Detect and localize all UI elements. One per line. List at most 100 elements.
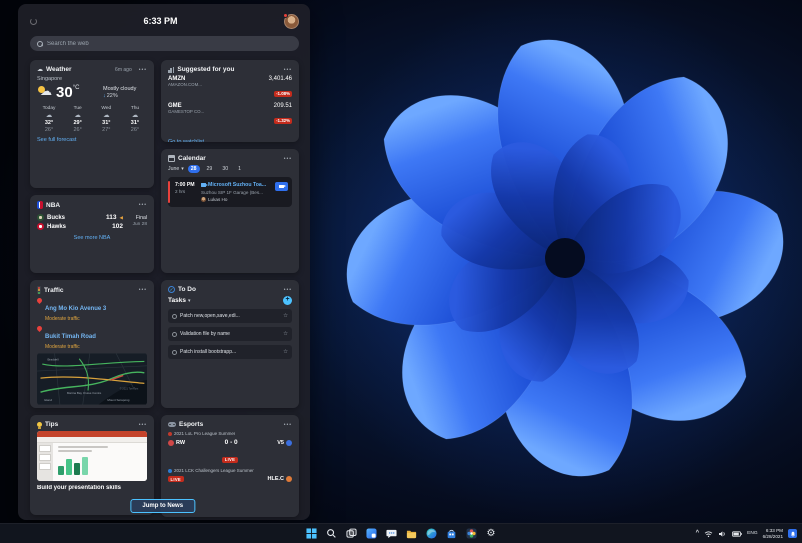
live-badge: LIVE xyxy=(168,476,184,482)
star-icon[interactable]: ☆ xyxy=(283,349,288,355)
date-chip[interactable]: 29 xyxy=(204,165,216,173)
slide-chart xyxy=(58,455,142,475)
widget-todo[interactable]: ✓ To Do ••• Tasks ▾ + Patch new,open,sav… xyxy=(161,280,299,408)
widgets-panel: 6:33 PM ☁ Weather 6m ago ••• Singapore xyxy=(18,4,310,520)
task-item[interactable]: Patch new,open,save,edi... ☆ xyxy=(168,309,292,323)
complete-task-circle[interactable] xyxy=(172,313,177,319)
forecast-day: Thu ☁ 31° 26° xyxy=(130,106,140,134)
tips-title: Tips xyxy=(45,421,59,428)
more-options-button[interactable]: ••• xyxy=(139,287,147,293)
precipitation: ↓ 22% xyxy=(103,93,118,99)
svg-text:Braddell: Braddell xyxy=(48,357,59,361)
task-item[interactable]: Patch install bootstrapp... ☆ xyxy=(168,345,292,359)
search-bar[interactable] xyxy=(30,36,299,51)
weather-title: Weather xyxy=(46,66,72,73)
widget-traffic[interactable]: Traffic ••• Ang Mo Kio Avenue 3 Moderate… xyxy=(30,280,154,408)
organizer-avatar xyxy=(201,197,206,202)
more-options-button[interactable]: ••• xyxy=(284,156,292,162)
team-row[interactable]: Bucks 113 ◀ xyxy=(37,214,123,221)
esports-title: Esports xyxy=(179,421,204,428)
search-input[interactable] xyxy=(47,40,292,47)
cloud-icon: ☁ xyxy=(131,112,139,119)
weather-condition: Mostly cloudy xyxy=(103,86,137,92)
task-item[interactable]: Validation file by name ☆ xyxy=(168,327,292,341)
traffic-road[interactable]: Ang Mo Kio Avenue 3 Moderate traffic xyxy=(35,296,147,322)
widget-calendar[interactable]: Calendar ••• June ▾ 28 29 30 1 7:00 PM 2… xyxy=(161,149,299,273)
month-selector[interactable]: June ▾ xyxy=(168,166,184,172)
widget-nba[interactable]: NBA ••• Bucks 113 ◀ Hawks 102 Final Jun … xyxy=(30,195,154,273)
star-icon[interactable]: ☆ xyxy=(283,331,288,337)
cloud-icon: ☁ xyxy=(45,112,53,119)
esports-match[interactable]: LIVE HLE.C xyxy=(168,476,292,482)
widgets-panel-header: 6:33 PM xyxy=(30,10,299,32)
slide-canvas xyxy=(53,443,147,481)
svg-text:Marina Bay Cruise Centre: Marina Bay Cruise Centre xyxy=(67,390,102,394)
see-full-forecast-link[interactable]: See full forecast xyxy=(37,137,147,143)
edge-icon[interactable] xyxy=(425,528,437,540)
more-options-button[interactable]: ••• xyxy=(284,287,292,293)
down-arrow-icon: ↓ xyxy=(103,93,106,99)
photos-icon[interactable] xyxy=(465,528,477,540)
forecast-day: Wed ☁ 31° 27° xyxy=(101,106,112,134)
file-explorer-icon[interactable] xyxy=(405,528,417,540)
map-pin-icon xyxy=(35,296,44,305)
store-icon[interactable] xyxy=(445,528,457,540)
user-avatar[interactable] xyxy=(283,12,299,29)
see-more-nba-link[interactable]: See more NBA xyxy=(37,235,147,241)
temp-unit: °C xyxy=(72,85,80,91)
tips-thumbnail[interactable] xyxy=(37,431,147,481)
calendar-title: Calendar xyxy=(178,155,206,162)
svg-text:Island: Island xyxy=(44,398,52,402)
traffic-map-thumbnail[interactable]: Braddell Marina Bay Cruise Centre Island… xyxy=(37,352,147,405)
chevron-down-icon: ▾ xyxy=(181,166,184,172)
go-to-watchlist-link[interactable]: Go to watchlist xyxy=(168,139,204,142)
speaker-icon[interactable] xyxy=(718,528,727,540)
weather-updated: 6m ago xyxy=(115,66,132,73)
weather-location: Singapore xyxy=(37,76,63,82)
calendar-event[interactable]: 7:00 PM 2 hrs Microsoft Suzhou Toa... Su… xyxy=(168,177,292,207)
star-icon[interactable]: ☆ xyxy=(283,313,288,319)
nba-logo-icon xyxy=(37,201,43,209)
complete-task-circle[interactable] xyxy=(172,349,177,355)
esports-match[interactable]: RW 0 - 0 V5 xyxy=(168,439,292,446)
more-options-button[interactable]: ••• xyxy=(139,422,147,428)
complete-task-circle[interactable] xyxy=(172,331,177,337)
game-date: Jun 28 xyxy=(132,222,147,227)
jump-to-news-button[interactable]: Jump to News xyxy=(130,499,196,513)
taskbar: ⚙ ^ ENG 6:33 PM 6/28/2021 xyxy=(0,523,802,543)
more-options-button[interactable]: ••• xyxy=(284,67,292,73)
add-task-button[interactable]: + xyxy=(283,296,292,305)
bucks-logo-icon xyxy=(37,214,44,221)
refresh-icon[interactable] xyxy=(30,17,37,25)
date-chip[interactable]: 1 xyxy=(235,165,244,173)
hidden-icons-chevron[interactable]: ^ xyxy=(696,530,700,536)
task-list-selector[interactable]: Tasks xyxy=(168,297,186,304)
taskbar-search-icon[interactable] xyxy=(325,528,337,540)
battery-icon[interactable] xyxy=(732,528,743,540)
date-chip[interactable]: 30 xyxy=(219,165,231,173)
language-indicator[interactable]: ENG xyxy=(747,531,757,536)
date-chip-selected[interactable]: 28 xyxy=(187,165,200,173)
wifi-icon[interactable] xyxy=(704,528,713,540)
more-options-button[interactable]: ••• xyxy=(139,202,147,208)
chat-icon[interactable] xyxy=(385,528,397,540)
more-options-button[interactable]: ••• xyxy=(139,67,147,73)
start-button[interactable] xyxy=(305,528,317,540)
traffic-road[interactable]: Bukit Timah Road Moderate traffic xyxy=(35,324,147,350)
tray-clock[interactable]: 6:33 PM 6/28/2021 xyxy=(763,528,783,539)
widget-stocks[interactable]: Suggested for you ••• AMZN AMAZON.COM...… xyxy=(161,60,299,142)
task-view-icon[interactable] xyxy=(345,528,357,540)
team-row[interactable]: Hawks 102 xyxy=(37,223,123,230)
notification-badge[interactable] xyxy=(788,529,797,538)
join-meeting-button[interactable] xyxy=(275,182,288,191)
video-camera-icon xyxy=(279,184,286,189)
game-status: Final xyxy=(135,215,147,221)
tips-caption: Build your presentation skills xyxy=(37,485,122,491)
gamepad-icon xyxy=(168,422,176,427)
stock-row[interactable]: GME GAMESTOP CO... 209.51 -1.32% xyxy=(168,103,292,127)
settings-icon[interactable]: ⚙ xyxy=(485,528,497,540)
stock-row[interactable]: AMZN AMAZON.COM... 3,401.46 -1.08% xyxy=(168,76,292,100)
more-options-button[interactable]: ••• xyxy=(284,422,292,428)
widget-weather[interactable]: ☁ Weather 6m ago ••• Singapore ☁ 30 °C M… xyxy=(30,60,154,188)
widgets-icon[interactable] xyxy=(365,528,377,540)
